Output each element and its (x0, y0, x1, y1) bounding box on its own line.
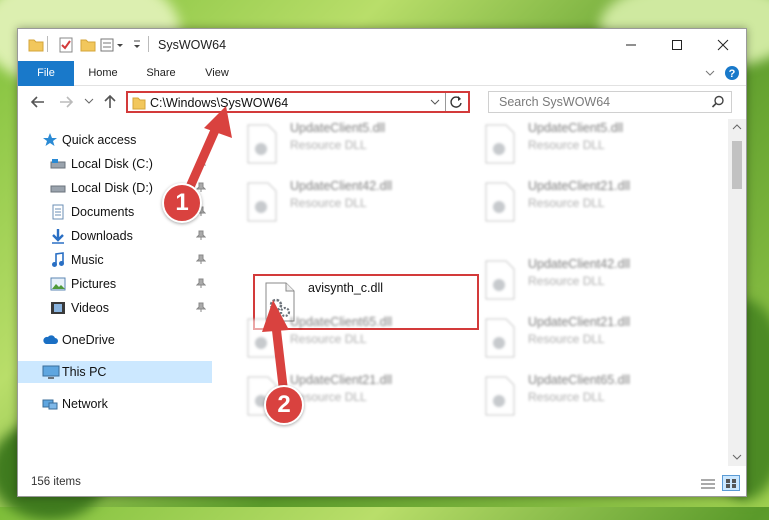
arrow-to-address-bar (181, 106, 232, 201)
callout-badge-1: 1 (162, 183, 202, 223)
arrow-to-file (262, 300, 289, 391)
callout-badge-2: 2 (264, 385, 304, 425)
annotation-arrows (181, 106, 289, 391)
